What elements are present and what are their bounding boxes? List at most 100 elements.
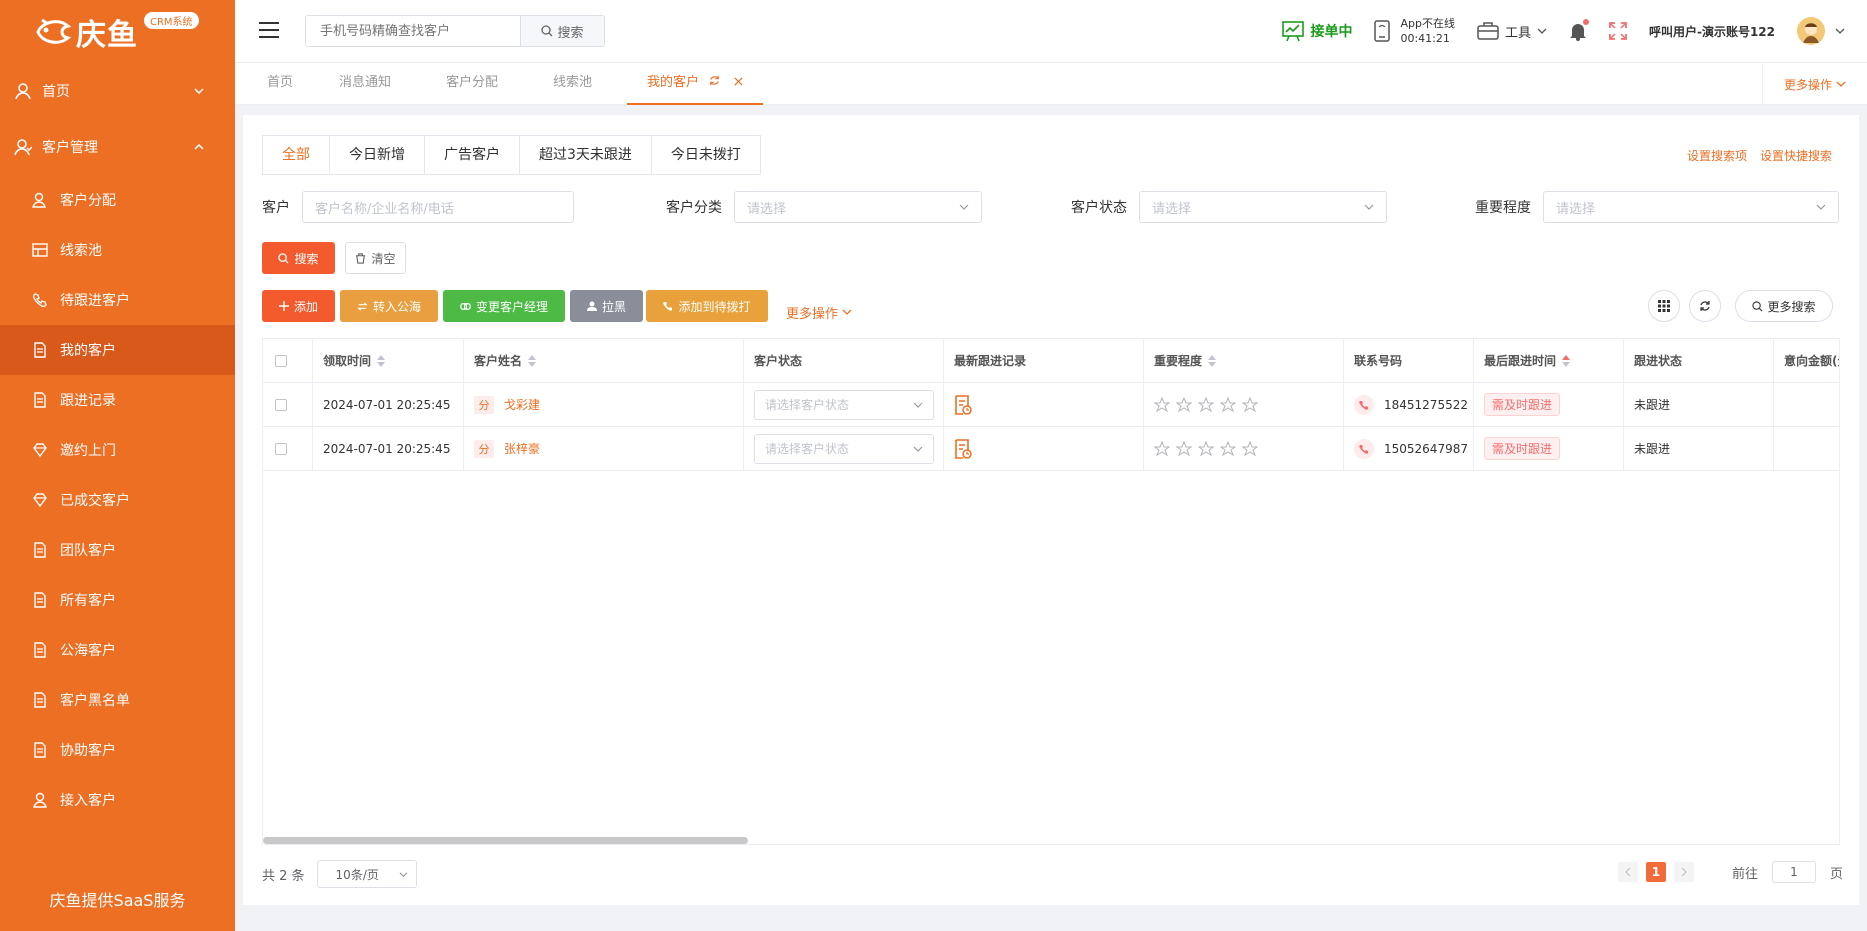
star-icon[interactable] <box>1220 440 1236 457</box>
sidebar-item-team[interactable]: 团队客户 <box>0 525 235 575</box>
filter-tab-all[interactable]: 全部 <box>263 136 330 174</box>
sidebar-item-my-customers[interactable]: 我的客户 <box>0 325 235 375</box>
follow-record-icon[interactable] <box>954 394 972 415</box>
sidebar-item-follow-records[interactable]: 跟进记录 <box>0 375 235 425</box>
call-phone-icon[interactable] <box>1354 438 1374 459</box>
close-icon[interactable] <box>734 77 743 86</box>
document-icon <box>34 742 46 758</box>
star-icon[interactable] <box>1176 440 1192 457</box>
star-icon[interactable] <box>1242 396 1258 413</box>
sidebar-item-closed[interactable]: 已成交客户 <box>0 475 235 525</box>
set-search-items-link[interactable]: 设置搜索项 <box>1687 147 1747 164</box>
to-public-sea-button[interactable]: 转入公海 <box>340 290 438 322</box>
goto-page-input[interactable]: 1 <box>1771 861 1816 883</box>
set-quick-search-link[interactable]: 设置快捷搜索 <box>1760 147 1832 164</box>
checkbox[interactable] <box>275 398 287 411</box>
checkbox[interactable] <box>275 354 287 367</box>
toolbox-icon <box>1477 22 1499 40</box>
prev-page-button[interactable] <box>1617 862 1638 882</box>
search-button[interactable]: 搜索 <box>262 242 335 274</box>
select-all-checkbox[interactable] <box>263 339 313 382</box>
input-placeholder: 客户名称/企业名称/电话 <box>315 201 454 217</box>
sidebar-item-all[interactable]: 所有客户 <box>0 575 235 625</box>
tab-my-customers[interactable]: 我的客户 <box>627 63 764 105</box>
sidebar-item-leads[interactable]: 线索池 <box>0 225 235 275</box>
tab-home[interactable]: 首页 <box>267 63 293 105</box>
customer-name-link[interactable]: 张梓豪 <box>504 440 540 457</box>
star-icon[interactable] <box>1220 396 1236 413</box>
table-row[interactable]: 2024-07-01 20:25:45 分戈彩建 请选择客户状态 1845127… <box>263 383 1839 427</box>
add-to-dial-button[interactable]: 添加到待拨打 <box>646 290 768 322</box>
refresh-icon[interactable] <box>709 75 720 86</box>
change-manager-button[interactable]: 变更客户经理 <box>443 290 565 322</box>
sidebar-item-blacklist[interactable]: 客户黑名单 <box>0 675 235 725</box>
sort-icon[interactable] <box>528 354 537 367</box>
row-checkbox[interactable] <box>263 427 313 470</box>
filter-tab-not-dialed[interactable]: 今日未拨打 <box>652 136 760 174</box>
customer-status-select[interactable]: 请选择客户状态 <box>754 389 934 420</box>
phone-search-button[interactable]: 搜索 <box>520 16 604 46</box>
importance-stars[interactable] <box>1154 396 1258 413</box>
star-icon[interactable] <box>1154 396 1170 413</box>
customer-name-link[interactable]: 戈彩建 <box>504 396 540 413</box>
sort-icon[interactable] <box>1208 354 1217 367</box>
sidebar-item-sea[interactable]: 公海客户 <box>0 625 235 675</box>
customer-search-input[interactable]: 客户名称/企业名称/电话 <box>302 191 574 223</box>
importance-select[interactable]: 请选择 <box>1543 191 1839 223</box>
tab-leads[interactable]: 线索池 <box>553 63 592 105</box>
follow-record-icon[interactable] <box>954 438 972 459</box>
user-name[interactable]: 呼叫用户-演示账号122 <box>1649 23 1775 40</box>
sidebar-item-assign[interactable]: 客户分配 <box>0 175 235 225</box>
add-button[interactable]: 添加 <box>262 290 335 322</box>
col-receive-time[interactable]: 领取时间 <box>313 339 464 382</box>
more-search-button[interactable]: 更多搜索 <box>1735 290 1833 322</box>
user-menu[interactable] <box>1797 17 1845 45</box>
checkbox[interactable] <box>275 442 287 455</box>
col-importance[interactable]: 重要程度 <box>1144 339 1344 382</box>
sidebar-item-visit[interactable]: 邀约上门 <box>0 425 235 475</box>
filter-tab-today-new[interactable]: 今日新增 <box>330 136 425 174</box>
page-number[interactable]: 1 <box>1645 862 1666 882</box>
star-icon[interactable] <box>1198 396 1214 413</box>
col-last-follow-time[interactable]: 最后跟进时间 <box>1474 339 1624 382</box>
next-page-button[interactable] <box>1673 862 1694 882</box>
sort-icon[interactable] <box>1562 354 1571 367</box>
sidebar-item-customer-mgmt[interactable]: 客户管理 <box>0 119 235 175</box>
page-size-select[interactable]: 10条/页 <box>316 860 417 888</box>
table-row[interactable]: 2024-07-01 20:25:45 分张梓豪 请选择客户状态 1505264… <box>263 427 1839 471</box>
tab-notifications[interactable]: 消息通知 <box>339 63 391 105</box>
receiving-status[interactable]: 接单中 <box>1282 20 1352 42</box>
importance-stars[interactable] <box>1154 440 1258 457</box>
phone-search-input[interactable] <box>306 16 520 46</box>
filter-tab-ads[interactable]: 广告客户 <box>425 136 520 174</box>
refresh-table-button[interactable] <box>1689 290 1721 322</box>
logo[interactable]: 庆鱼 CRM系统 <box>0 0 235 63</box>
star-icon[interactable] <box>1176 396 1192 413</box>
row-checkbox[interactable] <box>263 383 313 426</box>
more-operations-dropdown[interactable]: 更多操作 <box>786 296 852 328</box>
category-select[interactable]: 请选择 <box>734 191 982 223</box>
blacklist-button[interactable]: 拉黑 <box>570 290 643 322</box>
sidebar-item-assist[interactable]: 协助客户 <box>0 725 235 775</box>
star-icon[interactable] <box>1242 440 1258 457</box>
clear-button[interactable]: 清空 <box>345 242 406 274</box>
column-settings-button[interactable] <box>1648 290 1680 322</box>
filter-tab-overdue[interactable]: 超过3天未跟进 <box>520 136 652 174</box>
star-icon[interactable] <box>1198 440 1214 457</box>
sidebar-item-access[interactable]: 接入客户 <box>0 775 235 825</box>
customer-status-select[interactable]: 请选择客户状态 <box>754 433 934 464</box>
sort-icon[interactable] <box>377 354 386 367</box>
hamburger-menu-icon[interactable] <box>259 22 279 38</box>
tabs-more-ops[interactable]: 更多操作 <box>1762 63 1867 105</box>
sidebar-item-pending[interactable]: 待跟进客户 <box>0 275 235 325</box>
status-select[interactable]: 请选择 <box>1139 191 1387 223</box>
call-phone-icon[interactable] <box>1354 394 1374 415</box>
fullscreen-button[interactable] <box>1609 22 1627 40</box>
table-horizontal-scrollbar[interactable] <box>263 837 748 844</box>
notification-bell[interactable] <box>1569 19 1589 41</box>
col-customer-name[interactable]: 客户姓名 <box>464 339 744 382</box>
star-icon[interactable] <box>1154 440 1170 457</box>
sidebar-item-home[interactable]: 首页 <box>0 63 235 119</box>
tools-dropdown[interactable]: 工具 <box>1477 21 1547 41</box>
tab-assign[interactable]: 客户分配 <box>446 63 498 105</box>
